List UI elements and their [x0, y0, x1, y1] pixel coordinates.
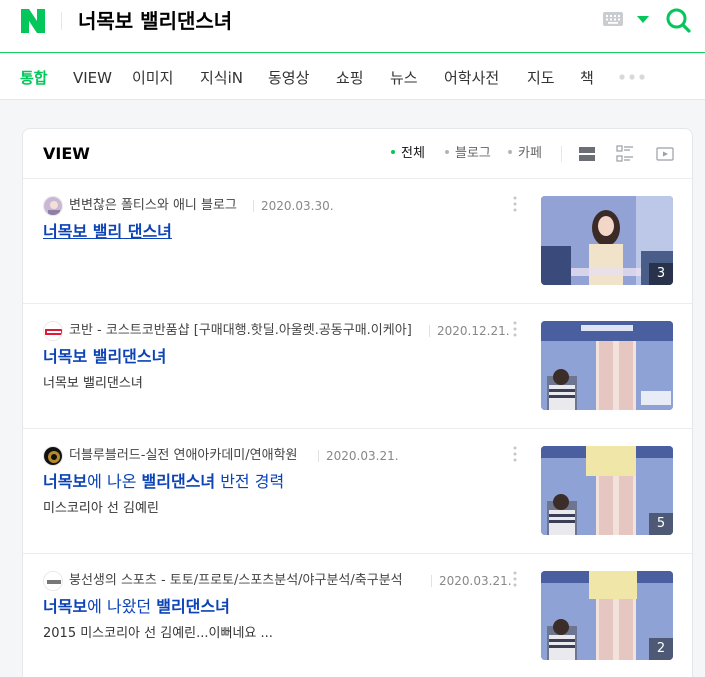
- view-section-header: VIEW 전체 블로그 카페: [23, 129, 692, 179]
- search-icon[interactable]: [665, 7, 691, 33]
- search-tabs: 통합 VIEW 이미지 지식iN 동영상 쇼핑 뉴스 어학사전 지도 책: [0, 54, 705, 100]
- list-item: 더블루블러드-실전 연애아카데미/연애학원 2020.03.21. 너목보에 나…: [23, 429, 692, 554]
- tab-books[interactable]: 책: [580, 68, 594, 88]
- post-title-link[interactable]: 너목보에 나왔던 밸리댄스녀: [43, 596, 230, 618]
- search-header: 너목보 밸리댄스녀: [0, 0, 705, 53]
- more-options-icon[interactable]: [513, 446, 517, 462]
- more-options-icon[interactable]: [513, 321, 517, 337]
- keyboard-icon[interactable]: [603, 12, 623, 26]
- tab-view[interactable]: VIEW: [73, 68, 112, 88]
- list-view-icon[interactable]: [578, 145, 596, 163]
- tab-news[interactable]: 뉴스: [390, 68, 418, 88]
- thumbnail-count: 2: [649, 638, 673, 660]
- more-tabs-icon[interactable]: [619, 73, 645, 81]
- filter-blog[interactable]: 블로그: [445, 145, 491, 163]
- source-date-divider: [253, 200, 254, 212]
- view-section-title: VIEW: [43, 144, 90, 163]
- thumbnail-count: 3: [649, 263, 673, 285]
- list-item: 변변찮은 폴티스와 애니 블로그 2020.03.30. 너목보 밸리 댄스녀 …: [23, 179, 692, 304]
- avatar[interactable]: [43, 446, 63, 466]
- tab-images[interactable]: 이미지: [132, 68, 173, 88]
- avatar[interactable]: [43, 196, 63, 216]
- post-title-link[interactable]: 너목보 밸리댄스녀: [43, 346, 166, 368]
- post-title-link[interactable]: 너목보에 나온 밸리댄스녀 반전 경력: [43, 471, 284, 493]
- post-thumbnail[interactable]: 5: [541, 446, 673, 535]
- post-title-link[interactable]: 너목보 밸리 댄스녀: [43, 221, 172, 243]
- post-date: 2020.03.30.: [261, 199, 334, 213]
- tab-knowledge-in[interactable]: 지식iN: [200, 68, 243, 88]
- post-thumbnail[interactable]: [541, 321, 673, 410]
- tab-integrated[interactable]: 통합: [20, 68, 48, 88]
- naver-n-logo[interactable]: [21, 9, 45, 33]
- source-name[interactable]: 변변찮은 폴티스와 애니 블로그: [69, 196, 237, 216]
- post-thumbnail[interactable]: 2: [541, 571, 673, 660]
- filter-all[interactable]: 전체: [391, 145, 425, 163]
- source-date-divider: [318, 450, 319, 462]
- filter-cafe[interactable]: 카페: [508, 145, 542, 163]
- post-description: 2015 미스코리아 선 김예린...이뻐네요 ...: [43, 626, 273, 641]
- view-section-card: VIEW 전체 블로그 카페 변변찮은 폴티스와 애니 블로그 2020.03.…: [22, 128, 693, 677]
- post-date: 2020.03.21.: [326, 449, 399, 463]
- source-name[interactable]: 더블루블러드-실전 연애아카데미/연애학원: [69, 446, 297, 466]
- post-description: 미스코리아 선 김예린: [43, 501, 159, 516]
- detail-view-icon[interactable]: [616, 145, 634, 163]
- post-thumbnail[interactable]: 3: [541, 196, 673, 285]
- more-options-icon[interactable]: [513, 196, 517, 212]
- source-date-divider: [429, 325, 430, 337]
- more-options-icon[interactable]: [513, 571, 517, 587]
- source-name[interactable]: 코반 - 코스트코반품샵 [구매대행.핫딜.아울렛.공동구매.이케아]: [69, 321, 412, 341]
- thumbnail-count: 5: [649, 513, 673, 535]
- avatar[interactable]: [43, 321, 63, 341]
- post-description: 너목보 밸리댄스녀: [43, 376, 143, 391]
- search-query-text[interactable]: 너목보 밸리댄스녀: [78, 6, 232, 36]
- source-date-divider: [431, 575, 432, 587]
- tab-shopping[interactable]: 쇼핑: [336, 68, 364, 88]
- header-divider: [561, 146, 562, 162]
- video-view-icon[interactable]: [656, 145, 674, 163]
- list-item: 붕선생의 스포츠 - 토토/프로토/스포츠분석/야구분석/축구분석 2020.0…: [23, 554, 692, 677]
- header-divider: [61, 12, 62, 30]
- tab-video[interactable]: 동영상: [268, 68, 309, 88]
- tab-dictionary[interactable]: 어학사전: [444, 68, 499, 88]
- caret-down-icon[interactable]: [637, 16, 649, 24]
- list-item: 코반 - 코스트코반품샵 [구매대행.핫딜.아울렛.공동구매.이케아] 2020…: [23, 304, 692, 429]
- avatar[interactable]: [43, 571, 63, 591]
- post-date: 2020.12.21.: [437, 324, 510, 338]
- post-date: 2020.03.21.: [439, 574, 512, 588]
- tab-map[interactable]: 지도: [527, 68, 555, 88]
- source-name[interactable]: 붕선생의 스포츠 - 토토/프로토/스포츠분석/야구분석/축구분석: [69, 571, 403, 591]
